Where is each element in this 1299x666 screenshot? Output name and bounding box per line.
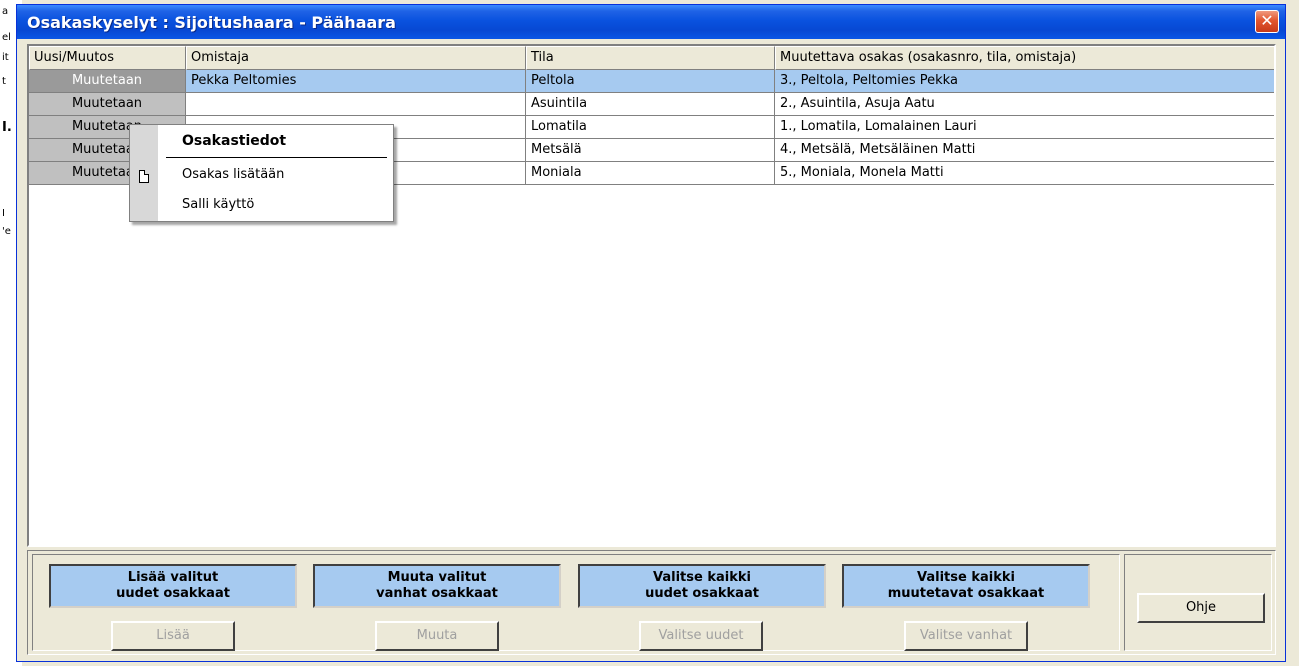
select-all-new-label: Valitse kaikki uudet osakkaat: [578, 564, 826, 608]
shareholder-grid[interactable]: Uusi/Muutos Omistaja Tila Muutettava osa…: [27, 44, 1276, 547]
label-line: uudet osakkaat: [645, 586, 759, 601]
close-button[interactable]: ✕: [1255, 10, 1279, 33]
add-button[interactable]: Lisää: [111, 621, 235, 651]
window-title: Osakaskyselyt : Sijoitushaara - Päähaara: [27, 13, 396, 32]
help-group: Ohje: [1124, 554, 1272, 651]
bg-fragment: it: [2, 52, 9, 63]
owner-cell[interactable]: Pekka Peltomies: [186, 70, 526, 93]
title-bar[interactable]: Osakaskyselyt : Sijoitushaara - Päähaara…: [17, 5, 1285, 39]
grid-header: Uusi/Muutos Omistaja Tila Muutettava osa…: [29, 46, 1274, 70]
label-line: Lisää valitut: [127, 570, 219, 585]
menu-header: Osakastiedot: [182, 133, 287, 149]
farm-cell[interactable]: Peltola: [526, 70, 775, 93]
dialog-window: Osakaskyselyt : Sijoitushaara - Päähaara…: [16, 4, 1286, 662]
farm-cell[interactable]: Lomatila: [526, 116, 775, 139]
menu-item-allow-use[interactable]: Salli käyttö: [182, 197, 254, 212]
target-cell[interactable]: 1., Lomatila, Lomalainen Lauri: [775, 116, 1274, 139]
document-icon: [139, 170, 149, 183]
add-selected-label: Lisää valitut uudet osakkaat: [49, 564, 297, 608]
bg-fragment: el: [2, 32, 11, 43]
label-line: vanhat osakkaat: [376, 586, 498, 601]
bg-fragment: 'e: [2, 226, 11, 237]
select-old-button[interactable]: Valitse vanhat: [904, 621, 1028, 651]
label-line: uudet osakkaat: [116, 586, 230, 601]
label-line: Valitse kaikki: [917, 570, 1015, 585]
menu-item-add-shareholder[interactable]: Osakas lisätään: [182, 167, 284, 182]
bg-fragment: I: [2, 208, 5, 219]
column-header-owner[interactable]: Omistaja: [186, 46, 526, 70]
select-new-button[interactable]: Valitse uudet: [639, 621, 763, 651]
column-header-target-shareholder[interactable]: Muutettava osakas (osakasnro, tila, omis…: [775, 46, 1274, 70]
close-icon: ✕: [1260, 11, 1274, 30]
owner-cell[interactable]: [186, 93, 526, 116]
target-cell[interactable]: 3., Peltola, Peltomies Pekka: [775, 70, 1274, 93]
farm-cell[interactable]: Moniala: [526, 162, 775, 185]
bg-fragment: I.: [2, 120, 12, 135]
column-header-farm[interactable]: Tila: [526, 46, 775, 70]
menu-separator: [166, 157, 387, 158]
status-cell[interactable]: Muutetaan: [29, 70, 186, 93]
status-cell[interactable]: Muutetaan: [29, 93, 186, 116]
column-header-new-change[interactable]: Uusi/Muutos: [29, 46, 186, 70]
action-panel: Lisää valitut uudet osakkaat Lisää Muuta…: [27, 550, 1276, 655]
help-button[interactable]: Ohje: [1137, 593, 1265, 623]
table-row[interactable]: Muutetaan Asuintila 2., Asuintila, Asuja…: [29, 93, 1274, 116]
label-line: Valitse kaikki: [653, 570, 751, 585]
bg-fragment: t: [2, 76, 6, 87]
table-row[interactable]: Muutetaan Pekka Peltomies Peltola 3., Pe…: [29, 70, 1274, 93]
change-button[interactable]: Muuta: [375, 621, 499, 651]
target-cell[interactable]: 2., Asuintila, Asuja Aatu: [775, 93, 1274, 116]
label-line: muutetavat osakkaat: [887, 586, 1045, 601]
select-all-changed-label: Valitse kaikki muutetavat osakkaat: [842, 564, 1090, 608]
farm-cell[interactable]: Asuintila: [526, 93, 775, 116]
label-line: Muuta valitut: [387, 570, 487, 585]
farm-cell[interactable]: Metsälä: [526, 139, 775, 162]
bg-fragment: a: [2, 6, 9, 17]
target-cell[interactable]: 5., Moniala, Monela Matti: [775, 162, 1274, 185]
action-group: Lisää valitut uudet osakkaat Lisää Muuta…: [32, 554, 1120, 651]
change-selected-label: Muuta valitut vanhat osakkaat: [313, 564, 561, 608]
context-menu: Osakastiedot Osakas lisätään Salli käytt…: [129, 124, 394, 222]
target-cell[interactable]: 4., Metsälä, Metsäläinen Matti: [775, 139, 1274, 162]
